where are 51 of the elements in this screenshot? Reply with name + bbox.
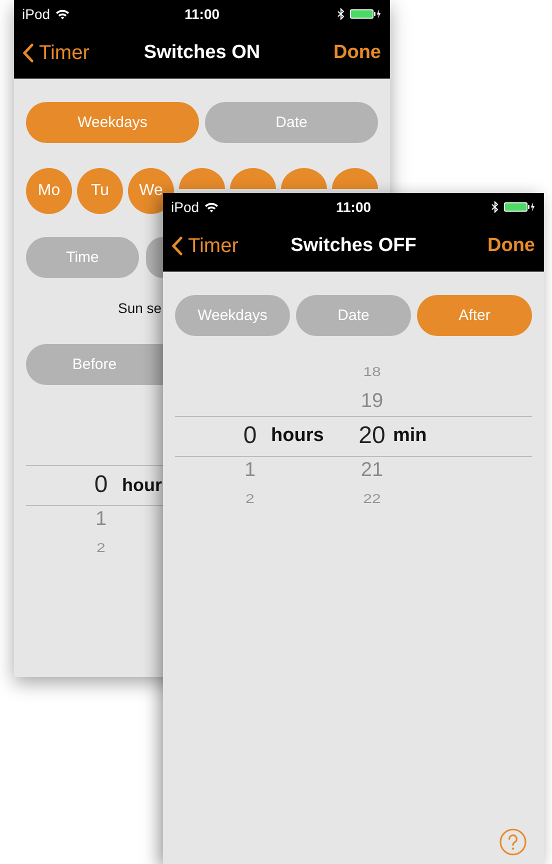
time-picker[interactable]: 0 hours 1 2 18 19 20 min 21 22 <box>175 358 532 514</box>
picker-unit: min <box>392 425 427 447</box>
weekday-toggle[interactable] <box>230 168 276 189</box>
weekday-toggle[interactable] <box>179 168 225 189</box>
trigger-option[interactable]: Time <box>26 237 139 278</box>
weekday-toggle[interactable] <box>281 168 327 189</box>
mode-tab[interactable]: After <box>417 295 532 336</box>
carrier-label: iPod <box>171 199 200 215</box>
trigger-option[interactable] <box>146 237 163 278</box>
picker-unit: hour <box>121 474 162 496</box>
weekday-toggle[interactable]: Mo <box>26 168 72 214</box>
weekday-toggle[interactable]: We <box>128 168 174 214</box>
mode-tab[interactable]: Weekdays <box>175 295 290 336</box>
mode-tab[interactable]: Date <box>296 295 411 336</box>
picker-option[interactable]: 1 <box>83 508 119 531</box>
picker-option[interactable]: 19 <box>354 390 390 413</box>
picker-option[interactable]: 2 <box>232 492 268 507</box>
weekday-toggle[interactable]: Tu <box>77 168 123 214</box>
picker-option[interactable]: 22 <box>354 492 390 507</box>
chevron-left-icon <box>171 236 183 256</box>
screen-title: Switches OFF <box>290 235 416 257</box>
status-time: 11:00 <box>336 199 372 215</box>
done-button[interactable]: Done <box>488 235 535 257</box>
picker-option[interactable]: 18 <box>354 365 390 380</box>
picker-option[interactable]: 2 <box>83 541 119 556</box>
picker-option[interactable]: 21 <box>354 459 390 482</box>
time-picker[interactable]: 0 hour 1 2 <box>26 407 163 563</box>
picker-value[interactable]: 20 <box>354 422 390 450</box>
picker-unit: hours <box>270 425 324 447</box>
chevron-left-icon <box>22 43 34 63</box>
help-icon[interactable] <box>499 828 527 856</box>
picker-option[interactable]: 1 <box>232 459 268 482</box>
back-button[interactable]: Timer <box>171 234 238 258</box>
bluetooth-icon <box>491 201 499 213</box>
weekday-toggle[interactable] <box>332 168 378 189</box>
mode-tab[interactable]: Date <box>205 102 378 143</box>
done-button[interactable]: Done <box>334 42 381 64</box>
battery-icon <box>350 8 382 20</box>
picker-value[interactable]: 0 <box>83 471 119 499</box>
wifi-icon <box>55 8 70 20</box>
battery-icon <box>504 201 536 213</box>
mode-tab[interactable]: Weekdays <box>26 102 199 143</box>
wifi-icon <box>204 201 220 213</box>
bluetooth-icon <box>337 8 345 20</box>
carrier-label: iPod <box>22 6 50 22</box>
screen-title: Switches ON <box>144 42 260 64</box>
back-button[interactable]: Timer <box>22 42 90 64</box>
sun-note: Sun se <box>118 300 162 318</box>
status-time: 11:00 <box>184 6 220 22</box>
picker-value[interactable]: 0 <box>232 422 268 450</box>
offset-option[interactable]: Before <box>26 344 163 385</box>
